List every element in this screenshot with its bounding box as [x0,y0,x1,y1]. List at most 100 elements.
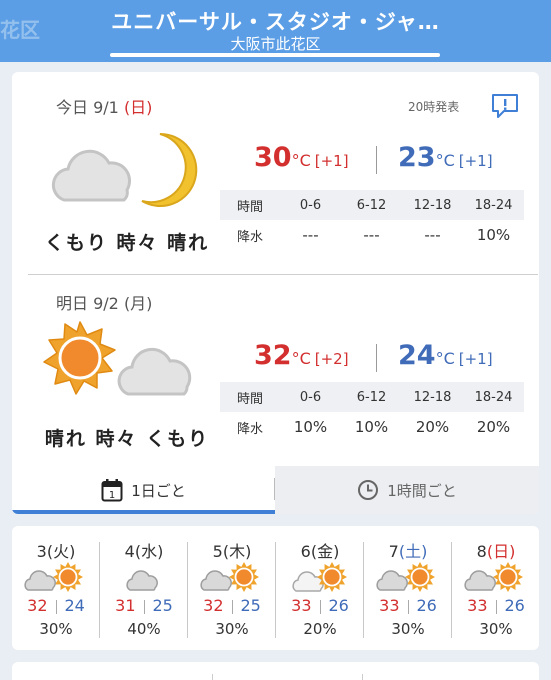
cloud-sun-icon [200,562,259,592]
today-weather-text: くもり 時々 晴れ [44,232,210,254]
cloud-icon [126,570,158,591]
rain-value-row: 降水 10% 10% 20% 20% [220,412,524,442]
day-divider [28,274,538,275]
location-subtitle: 大阪市此花区 [230,35,321,53]
temp-separator [55,599,57,614]
rain-header-cell: 0-6 [299,389,322,405]
week-day-low: 24 [64,596,85,615]
tomorrow-weather-icon [43,321,192,396]
rain-header-cell: 時間 [236,391,263,407]
tomorrow-date-label: 明日 9/2 (月) [56,290,152,314]
temp-separator [407,599,409,614]
divider [362,674,363,680]
today-weather-icon [51,132,198,207]
week-day-date: 7(土) [364,538,452,562]
week-day-temps: 32 25 [188,596,276,615]
rain-header-cell: 6-12 [356,197,387,213]
temp-separator [376,344,377,372]
rain-value-cell: 10% [476,226,511,244]
tomorrow-weather-text: 晴れ 時々 くもり [44,428,210,450]
week-day-precip: 30% [39,620,73,638]
rain-label: 降水 [236,229,263,245]
today-min-temp: 23°C [+1] [398,142,493,173]
tomorrow-section: 明日 9/2 (月) 晴れ 時々 くもり 32°C[+2] 24°C[+1] [12,276,539,476]
temp-separator [231,599,233,614]
today-temps: 30°C [+1] 23°C [+1] [248,142,538,182]
temp-separator [319,599,321,614]
rain-header-cell: 12-18 [413,197,452,213]
week-day-num: 8 [476,542,487,561]
week-day-dow: (水) [134,542,164,561]
week-day-temps: 33 26 [364,596,452,615]
rain-header-cell: 6-12 [356,389,387,405]
sun-icon [43,321,116,395]
temp-separator [143,599,145,614]
week-day-low: 26 [416,596,437,615]
rain-label: 降水 [236,421,263,437]
cloud-icon [51,149,132,202]
tomorrow-min-diff: [+1] [458,350,493,368]
week-day-num: 6 [300,542,311,561]
week-day-dow: (火) [46,542,76,561]
rain-value-cell: 10% [354,418,389,436]
cloud-sun-icon [376,562,435,592]
week-day-num: 4 [124,542,135,561]
rain-value-cell: --- [424,226,441,244]
week-day-item[interactable]: 7(土) 33 26 30% [364,526,452,650]
week-day-dow: (土) [398,542,428,561]
tomorrow-min-unit: °C [435,349,455,368]
week-day-temps: 33 26 [452,596,540,615]
today-min-unit: °C [435,151,455,170]
week-day-temps: 31 25 [100,596,188,615]
calendar-icon: 1 [101,479,123,502]
week-day-item[interactable]: 8(日) 33 26 30% [452,526,540,650]
rain-value-cell: 20% [415,418,450,436]
week-day-temps: 32 24 [12,596,100,615]
week-day-item[interactable]: 4(水) 31 25 40% [100,526,188,650]
temp-separator [495,599,497,614]
today-rain-table: 時間 0-6 6-12 12-18 18-24 降水 --- --- --- 1… [220,190,524,250]
week-day-precip: 20% [303,620,337,638]
calendar-icon-number: 1 [109,490,115,501]
tab-hourly[interactable]: 1時間ごと [275,466,539,514]
week-day-date: 6(金) [276,538,364,562]
tomorrow-min-value: 24 [398,340,436,371]
tomorrow-max-value: 32 [254,340,292,371]
week-day-item[interactable]: 6(金) 33 26 20% [276,526,364,650]
tomorrow-date: 明日 9/2 [56,294,119,313]
tab-daily-label: 1日ごと [131,481,186,500]
week-day-item[interactable]: 5(木) 32 25 30% [188,526,276,650]
week-day-dow: (金) [310,542,340,561]
location-title[interactable]: ユニバーサル・スタジオ・ジャ… [0,6,551,36]
tomorrow-rain-table: 時間 0-6 6-12 12-18 18-24 降水 10% 10% 20% 2… [220,382,524,442]
rain-value-row: 降水 --- --- --- 10% [220,220,524,250]
week-day-low: 25 [240,596,261,615]
week-day-dow: (日) [486,542,516,561]
cloud-icon [117,347,192,396]
app-header: 花区 ユニバーサル・スタジオ・ジャ… 大阪市此花区 [0,0,551,62]
rain-header-row: 時間 0-6 6-12 12-18 18-24 [220,382,524,412]
cloud-sun-icon [24,562,83,592]
sun-cloud-icon [292,562,347,592]
week-day-date: 3(火) [12,538,100,562]
announce-time: 20時発表 [408,100,460,114]
temp-separator [376,146,377,174]
comment-alert-icon[interactable] [490,92,520,120]
rain-value-cell: 20% [476,418,511,436]
rain-value-cell: --- [302,226,319,244]
week-day-item[interactable]: 3(火) 32 24 30% [12,526,100,650]
week-day-precip: 30% [479,620,513,638]
rain-header-cell: 時間 [236,199,263,215]
today-max-unit: °C [291,151,311,170]
forecast-card: 今日 9/1 (日) 20時発表 くもり 時々 晴れ 30°C [+1] 23°C… [12,72,539,514]
tab-daily[interactable]: 1 1日ごと [12,466,275,514]
week-day-date: 4(水) [100,538,188,562]
week-day-high: 33 [291,596,312,615]
week-day-temps: 33 26 [276,596,364,615]
today-section: 今日 9/1 (日) 20時発表 くもり 時々 晴れ 30°C [+1] 23°C… [12,72,539,272]
rain-header-cell: 0-6 [299,197,322,213]
rain-value-cell: 10% [293,418,328,436]
week-day-low: 26 [504,596,525,615]
today-max-temp: 30°C [+1] [254,142,349,173]
week-day-high: 33 [467,596,488,615]
